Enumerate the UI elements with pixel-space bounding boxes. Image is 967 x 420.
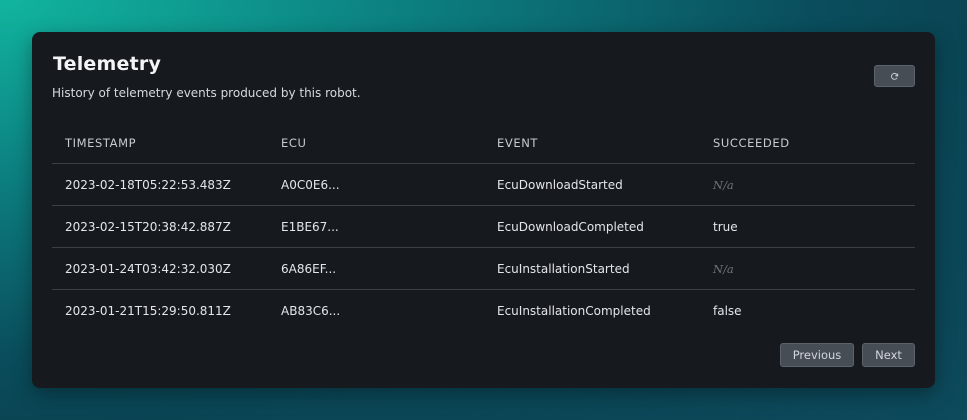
ecu-cell: E1BE67... — [281, 219, 339, 234]
succeeded-cell: N/a — [713, 177, 734, 192]
timestamp-cell: 2023-01-21T15:29:50.811Z — [65, 303, 231, 318]
table-row: 2023-01-24T03:42:32.030Z 6A86EF... EcuIn… — [52, 248, 915, 290]
next-button[interactable]: Next — [862, 343, 915, 367]
event-cell: EcuDownloadCompleted — [497, 219, 644, 234]
succeeded-cell: N/a — [713, 261, 734, 276]
telemetry-table: TIMESTAMP ECU EVENT SUCCEEDED 2023-02-18… — [52, 122, 915, 331]
table-header: TIMESTAMP ECU EVENT SUCCEEDED — [52, 122, 915, 164]
refresh-button[interactable] — [874, 65, 915, 87]
table-row: 2023-02-18T05:22:53.483Z A0C0E6... EcuDo… — [52, 164, 915, 206]
column-header-succeeded: SUCCEEDED — [713, 135, 790, 150]
succeeded-cell: false — [713, 303, 742, 318]
timestamp-cell: 2023-02-18T05:22:53.483Z — [65, 177, 231, 192]
card-title: Telemetry — [53, 53, 162, 75]
card-subtitle: History of telemetry events produced by … — [52, 86, 361, 100]
timestamp-cell: 2023-01-24T03:42:32.030Z — [65, 261, 231, 276]
event-cell: EcuInstallationStarted — [497, 261, 630, 276]
succeeded-cell: true — [713, 219, 738, 234]
table-row: 2023-01-21T15:29:50.811Z AB83C6... EcuIn… — [52, 290, 915, 331]
previous-button[interactable]: Previous — [780, 343, 854, 367]
column-header-event: EVENT — [497, 135, 539, 150]
ecu-cell: A0C0E6... — [281, 177, 340, 192]
ecu-cell: 6A86EF... — [281, 261, 337, 276]
column-header-timestamp: TIMESTAMP — [65, 135, 137, 150]
event-cell: EcuInstallationCompleted — [497, 303, 651, 318]
ecu-cell: AB83C6... — [281, 303, 341, 318]
pagination: Previous Next — [780, 343, 915, 367]
telemetry-card: Telemetry History of telemetry events pr… — [32, 32, 935, 388]
column-header-ecu: ECU — [281, 135, 307, 150]
timestamp-cell: 2023-02-15T20:38:42.887Z — [65, 219, 231, 234]
refresh-icon — [891, 72, 899, 80]
table-row: 2023-02-15T20:38:42.887Z E1BE67... EcuDo… — [52, 206, 915, 248]
event-cell: EcuDownloadStarted — [497, 177, 623, 192]
